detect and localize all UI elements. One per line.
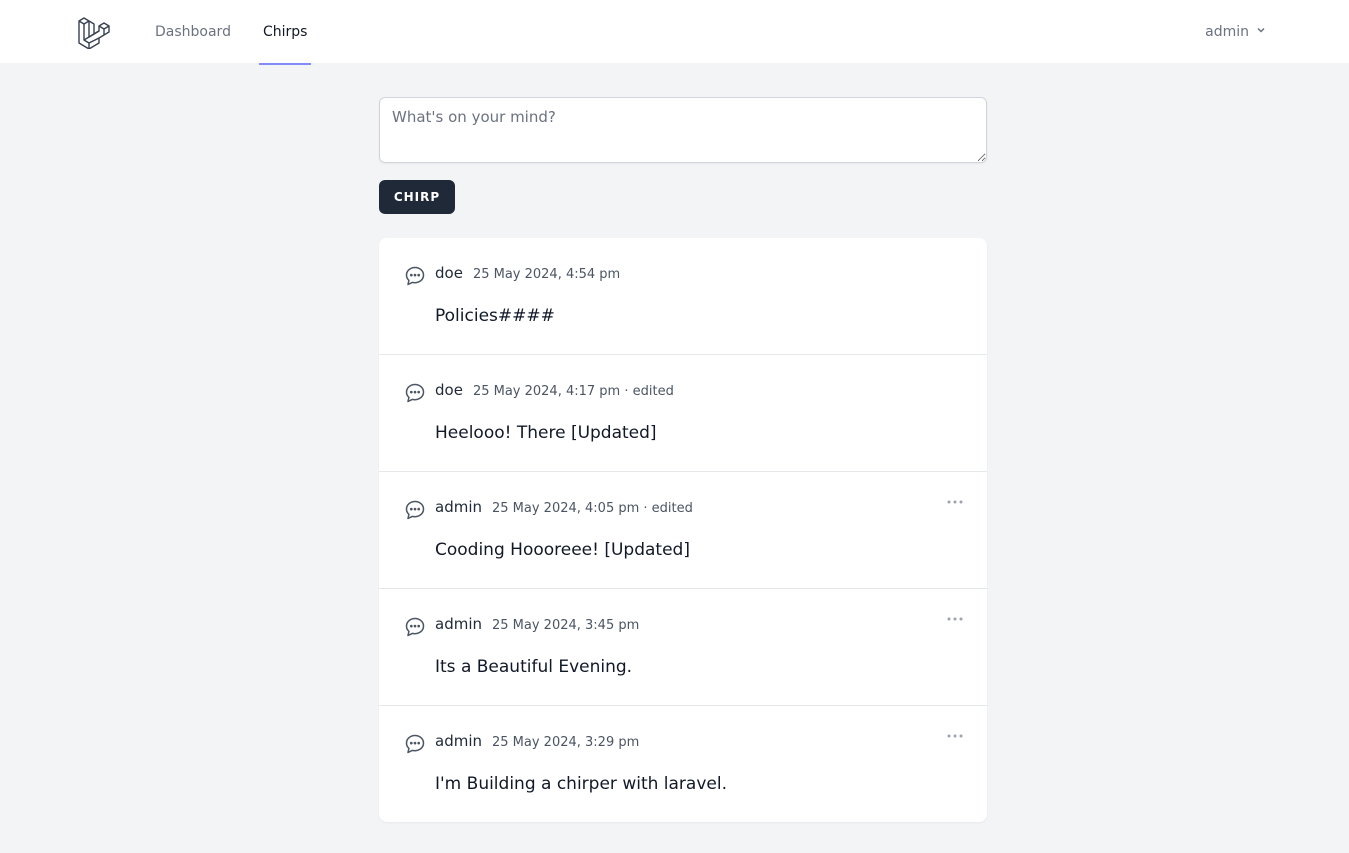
chirp-time-text: 25 May 2024, 4:17 pm [472, 384, 621, 399]
chirp-message: Its a Beautiful Evening. [435, 657, 633, 677]
chirp-item: doe 25 May 2024, 4:17 pm · edited Heeloo… [379, 354, 987, 471]
chirps-main: CHIRP doe 25 May 2024, 4:54 pm Policies#… [379, 97, 987, 822]
chirp-item: admin 25 May 2024, 4:05 pm · edited Cood… [379, 471, 987, 588]
laravel-logo-icon[interactable] [77, 15, 111, 50]
chirp-message: Cooding Hoooreee! [Updated] [435, 540, 690, 560]
chirp-edited-label: · edited [643, 501, 693, 516]
chirp-timestamp: 25 May 2024, 4:05 pm · edited [492, 501, 693, 516]
user-name: admin [1205, 24, 1249, 40]
chirp-message: Policies#### [435, 306, 555, 326]
chirp-author: doe [435, 264, 463, 282]
ellipsis-horizontal-icon[interactable] [945, 494, 965, 510]
user-menu[interactable]: admin [1205, 0, 1267, 64]
chirp-message: Heelooo! There [Updated] [435, 423, 657, 443]
ellipsis-horizontal-icon[interactable] [945, 728, 965, 744]
chirp-author: admin [435, 732, 482, 750]
top-navigation: Dashboard Chirps admin [0, 0, 1349, 65]
nav-link-dashboard[interactable]: Dashboard [155, 0, 231, 64]
nav-link-chirps[interactable]: Chirps [258, 0, 313, 65]
chat-bubble-icon [403, 615, 427, 639]
ellipsis-horizontal-icon[interactable] [945, 611, 965, 627]
chirp-list: doe 25 May 2024, 4:54 pm Policies#### do… [379, 238, 987, 822]
chirp-timestamp: 25 May 2024, 3:29 pm [492, 735, 640, 750]
chirp-timestamp: 25 May 2024, 3:45 pm [492, 618, 640, 633]
chirp-author: doe [435, 381, 463, 399]
chat-bubble-icon [403, 732, 427, 756]
chat-bubble-icon [403, 264, 427, 288]
chirp-author: admin [435, 615, 482, 633]
chat-bubble-icon [403, 381, 427, 405]
chevron-down-icon [1255, 24, 1267, 40]
chirp-form: CHIRP [379, 97, 987, 214]
chirp-time-text: 25 May 2024, 4:05 pm [492, 501, 640, 516]
chat-bubble-icon [403, 498, 427, 522]
chirp-item: admin 25 May 2024, 3:29 pm I'm Building … [379, 705, 987, 822]
message-input[interactable] [379, 97, 987, 163]
chirp-author: admin [435, 498, 482, 516]
chirp-edited-label: · edited [624, 384, 674, 399]
chirp-button[interactable]: CHIRP [379, 180, 455, 214]
chirp-item: admin 25 May 2024, 3:45 pm Its a Beautif… [379, 588, 987, 705]
chirp-message: I'm Building a chirper with laravel. [435, 774, 727, 794]
chirp-timestamp: 25 May 2024, 4:17 pm · edited [473, 384, 674, 399]
chirp-item: doe 25 May 2024, 4:54 pm Policies#### [379, 238, 987, 354]
chirp-timestamp: 25 May 2024, 4:54 pm [472, 267, 621, 282]
